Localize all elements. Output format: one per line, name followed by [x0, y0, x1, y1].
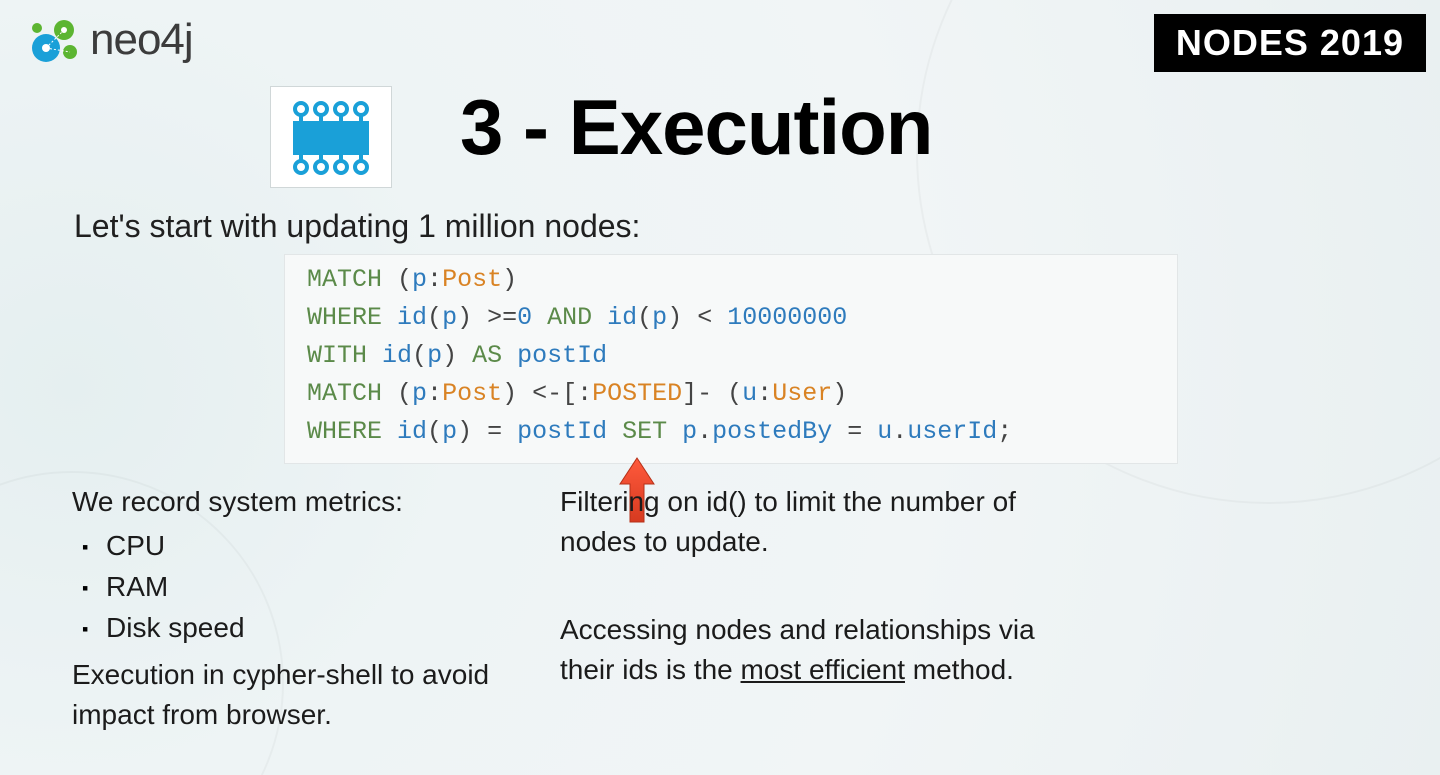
code-var: p — [427, 341, 442, 370]
code-func: id — [397, 417, 427, 446]
code-keyword: WHERE — [307, 303, 382, 332]
brand-name: neo4j — [90, 15, 193, 65]
code-op: = — [832, 417, 877, 446]
list-item: Disk speed — [106, 608, 542, 649]
code-punc: ) — [457, 417, 472, 446]
code-alias: postId — [517, 417, 607, 446]
code-punc: : — [427, 379, 442, 408]
code-prop: postedBy — [712, 417, 832, 446]
text-line: Accessing nodes and relationships via — [560, 610, 1120, 650]
code-var: p — [412, 379, 427, 408]
code-op: >= — [472, 303, 517, 332]
right-paragraph-1: Filtering on id() to limit the number of… — [560, 482, 1120, 562]
code-relation: POSTED — [592, 379, 682, 408]
code-arrow: <-[ — [517, 379, 577, 408]
text-line: Filtering on id() to limit the number of — [560, 482, 1120, 522]
code-var: p — [682, 417, 697, 446]
text-fragment: method. — [905, 654, 1014, 685]
code-punc: ; — [997, 417, 1012, 446]
code-block: MATCH (p:Post) WHERE id(p) >=0 AND id(p)… — [284, 254, 1178, 464]
code-arrow: ]- ( — [682, 379, 742, 408]
left-footnote-line2: impact from browser. — [72, 695, 542, 735]
code-punc: : — [757, 379, 772, 408]
code-punc: ( — [427, 417, 442, 446]
left-footnote-line1: Execution in cypher-shell to avoid — [72, 655, 542, 695]
code-punc: ) — [667, 303, 682, 332]
code-punc: ) — [457, 303, 472, 332]
chip-icon — [270, 86, 392, 188]
left-column: We record system metrics: CPU RAM Disk s… — [72, 482, 542, 735]
metrics-list: CPU RAM Disk speed — [72, 526, 542, 649]
code-space — [367, 341, 382, 370]
code-space — [382, 303, 397, 332]
code-var: u — [742, 379, 757, 408]
code-space — [382, 417, 397, 446]
code-label: User — [772, 379, 832, 408]
code-punc: ( — [427, 303, 442, 332]
code-punc: ) — [502, 379, 517, 408]
code-punc: ( — [637, 303, 652, 332]
code-keyword: WHERE — [307, 417, 382, 446]
code-punc: . — [697, 417, 712, 446]
code-op: = — [472, 417, 517, 446]
code-var: p — [652, 303, 667, 332]
right-column: Filtering on id() to limit the number of… — [560, 482, 1120, 690]
text-fragment: their ids is the — [560, 654, 741, 685]
code-punc: ( — [382, 379, 412, 408]
code-punc: : — [577, 379, 592, 408]
code-var: p — [442, 303, 457, 332]
list-item: CPU — [106, 526, 542, 567]
code-var: p — [412, 265, 427, 294]
code-number: 10000000 — [727, 303, 847, 332]
code-punc: . — [892, 417, 907, 446]
underlined-text: most efficient — [741, 654, 905, 685]
right-paragraph-2: Accessing nodes and relationships via th… — [560, 610, 1120, 690]
code-punc: ( — [412, 341, 427, 370]
code-punc: ( — [382, 265, 412, 294]
intro-text: Let's start with updating 1 million node… — [74, 208, 640, 245]
code-alias: postId — [517, 341, 607, 370]
code-func: id — [397, 303, 427, 332]
code-prop: userId — [907, 417, 997, 446]
code-func: id — [382, 341, 412, 370]
code-punc: ) — [502, 265, 517, 294]
code-keyword: WITH — [307, 341, 367, 370]
code-var: u — [877, 417, 892, 446]
code-func: id — [607, 303, 637, 332]
code-label: Post — [442, 265, 502, 294]
code-var: p — [442, 417, 457, 446]
brand-logo: neo4j — [26, 12, 193, 68]
code-label: Post — [442, 379, 502, 408]
code-keyword: MATCH — [307, 379, 382, 408]
code-op: < — [682, 303, 727, 332]
code-punc: ) — [832, 379, 847, 408]
code-keyword: MATCH — [307, 265, 382, 294]
text-line: nodes to update. — [560, 522, 1120, 562]
code-number: 0 — [517, 303, 532, 332]
code-keyword: AS — [457, 341, 517, 370]
list-item: RAM — [106, 567, 542, 608]
event-badge: NODES 2019 — [1154, 14, 1426, 72]
code-keyword: SET — [607, 417, 682, 446]
code-punc: : — [427, 265, 442, 294]
code-keyword: AND — [532, 303, 607, 332]
text-line: their ids is the most efficient method. — [560, 650, 1120, 690]
metrics-lead: We record system metrics: — [72, 482, 542, 522]
neo4j-logo-icon — [26, 12, 82, 68]
code-punc: ) — [442, 341, 457, 370]
slide-title: 3 - Execution — [460, 82, 932, 173]
